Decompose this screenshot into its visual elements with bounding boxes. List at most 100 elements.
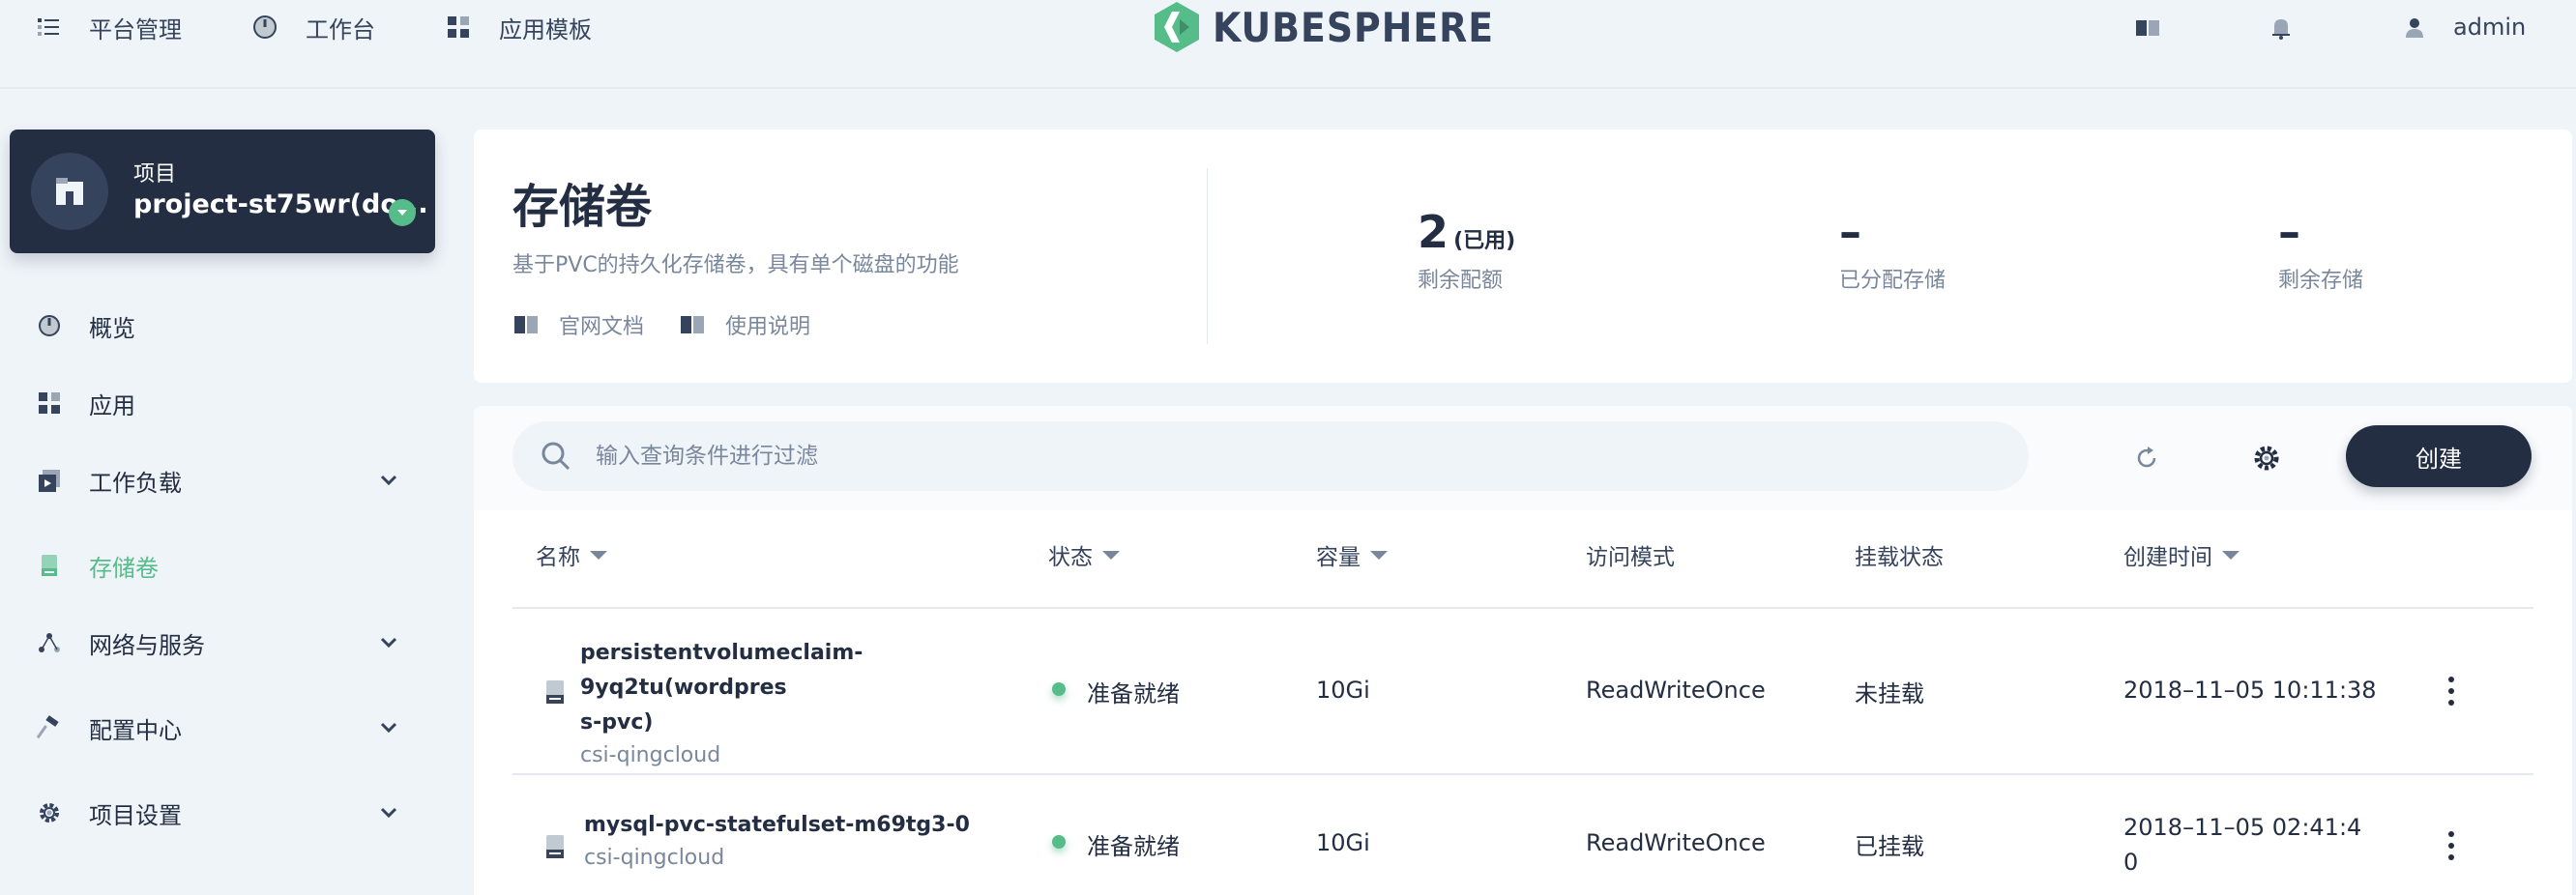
more-actions-icon[interactable] bbox=[2446, 677, 2456, 706]
access-mode-value: ReadWriteOnce bbox=[1586, 829, 1766, 856]
stat-remaining-quota: 2 (已用) 剩余配额 bbox=[1418, 207, 1515, 294]
top-bar: 平台管理 工作台 应用模板 KUBESPHERE admin bbox=[0, 0, 2576, 89]
sidebar-item-volumes[interactable]: 存储卷 bbox=[35, 541, 402, 590]
stat-suffix: (已用) bbox=[1453, 229, 1516, 253]
storage-class: csi-qingcloud bbox=[580, 743, 721, 767]
nav-platform-management[interactable]: 平台管理 bbox=[35, 8, 182, 46]
list-icon bbox=[38, 18, 59, 36]
stat-label: 已分配存储 bbox=[1839, 269, 1947, 293]
settings-icon[interactable] bbox=[2251, 443, 2282, 474]
workload-icon bbox=[39, 470, 60, 492]
column-header-label: 名称 bbox=[536, 545, 580, 570]
status-dot-icon bbox=[1052, 682, 1066, 696]
column-header-label: 状态 bbox=[1048, 545, 1093, 570]
project-avatar bbox=[31, 153, 108, 230]
stat-value: – bbox=[2278, 206, 2300, 258]
chevron-down-icon[interactable] bbox=[375, 467, 402, 494]
status-dot-icon bbox=[1052, 835, 1066, 849]
sidebar-item-label: 项目设置 bbox=[89, 801, 182, 829]
user-name[interactable]: admin bbox=[2453, 8, 2526, 46]
sidebar-item-label: 存储卷 bbox=[89, 554, 159, 582]
volume-name[interactable]: mysql-pvc-statefulset-m69tg3-0 bbox=[584, 808, 1029, 843]
status-text: 准备就绪 bbox=[1087, 680, 1180, 707]
network-icon bbox=[39, 633, 60, 652]
column-header-label: 挂载状态 bbox=[1855, 545, 1944, 570]
table-toolbar: 创建 bbox=[474, 406, 2572, 510]
chevron-down-icon[interactable] bbox=[375, 629, 402, 656]
column-header-capacity[interactable]: 容量 bbox=[1316, 535, 1388, 574]
column-header-status[interactable]: 状态 bbox=[1048, 535, 1120, 574]
kubesphere-logo-icon bbox=[1155, 2, 1199, 52]
sidebar-item-label: 概览 bbox=[89, 314, 135, 342]
sidebar-item-label: 网络与服务 bbox=[89, 631, 205, 659]
refresh-icon[interactable] bbox=[2131, 443, 2162, 474]
column-header-name[interactable]: 名称 bbox=[536, 535, 607, 574]
column-header-label: 访问模式 bbox=[1586, 545, 1675, 570]
volume-name[interactable]: persistentvolumeclaim-9yq2tu(wordpres bbox=[580, 636, 1025, 706]
chevron-down-icon[interactable] bbox=[389, 199, 416, 226]
more-actions-icon[interactable] bbox=[2446, 831, 2456, 860]
mount-status-value: 已挂载 bbox=[1855, 833, 1924, 860]
dashboard-icon bbox=[253, 15, 277, 39]
usage-guide-link[interactable]: 使用说明 bbox=[679, 309, 810, 340]
chevron-down-icon[interactable] bbox=[375, 714, 402, 741]
access-mode-value: ReadWriteOnce bbox=[1586, 677, 1766, 704]
storage-icon bbox=[42, 555, 57, 576]
sidebar-item-config[interactable]: 配置中心 bbox=[35, 704, 402, 752]
volumes-table-card: 创建 名称 状态 容量 访问模式 挂载状态 创建时间 persistentvol… bbox=[474, 406, 2572, 895]
nav-app-templates[interactable]: 应用模板 bbox=[445, 8, 592, 46]
sidebar-item-workloads[interactable]: 工作负载 bbox=[35, 456, 402, 505]
page-title: 存储卷 bbox=[512, 180, 653, 234]
project-name: project-st75wr(do... bbox=[133, 189, 428, 219]
search-icon bbox=[542, 442, 571, 471]
column-header-mount-status: 挂载状态 bbox=[1855, 535, 1944, 574]
project-selector[interactable]: 项目 project-st75wr(do... bbox=[10, 130, 435, 253]
book-icon bbox=[514, 316, 538, 333]
created-time-line: 0 bbox=[2123, 849, 2139, 876]
nav-label: 平台管理 bbox=[89, 15, 182, 43]
column-header-access-mode: 访问模式 bbox=[1586, 535, 1675, 574]
mount-status-value: 未挂载 bbox=[1855, 680, 1924, 707]
create-button[interactable]: 创建 bbox=[2346, 425, 2532, 487]
sidebar-item-network[interactable]: 网络与服务 bbox=[35, 619, 402, 667]
sidebar-item-label: 应用 bbox=[89, 391, 135, 419]
column-header-created[interactable]: 创建时间 bbox=[2123, 535, 2239, 574]
sort-caret-icon bbox=[1102, 550, 1120, 560]
created-time: 2018–11–05 10:11:38 bbox=[2123, 677, 2377, 704]
volume-name-cell[interactable]: persistentvolumeclaim-9yq2tu(wordpres s-… bbox=[580, 636, 1025, 771]
stat-value: 2 bbox=[1418, 206, 1449, 258]
user-icon[interactable] bbox=[2400, 14, 2429, 43]
capacity-value: 10Gi bbox=[1316, 829, 1370, 856]
search-input[interactable] bbox=[596, 444, 1949, 469]
dashboard-icon bbox=[39, 315, 60, 336]
nav-workbench[interactable]: 工作台 bbox=[251, 8, 375, 46]
sidebar-item-apps[interactable]: 应用 bbox=[35, 379, 402, 427]
docs-link[interactable]: 官网文档 bbox=[512, 309, 644, 340]
nav-label: 应用模板 bbox=[499, 15, 592, 43]
book-icon[interactable] bbox=[2133, 14, 2162, 43]
sidebar-item-project-settings[interactable]: 项目设置 bbox=[35, 789, 402, 837]
project-icon bbox=[56, 178, 83, 205]
table-divider bbox=[512, 773, 2533, 775]
capacity-value: 10Gi bbox=[1316, 677, 1370, 704]
book-icon bbox=[681, 316, 704, 333]
created-time: 2018–11–05 02:41:4 0 bbox=[2123, 810, 2361, 880]
sort-caret-icon bbox=[590, 550, 607, 560]
header-divider bbox=[1207, 168, 1208, 344]
search-bar[interactable] bbox=[512, 421, 2029, 491]
status-text: 准备就绪 bbox=[1087, 833, 1180, 860]
kubesphere-logo[interactable]: KUBESPHERE bbox=[1151, 0, 1494, 54]
created-time-line: 2018–11–05 02:41:4 bbox=[2123, 814, 2362, 841]
sort-caret-icon bbox=[2222, 550, 2239, 560]
docs-link-label: 官网文档 bbox=[559, 315, 645, 339]
bell-icon[interactable] bbox=[2267, 14, 2296, 43]
usage-guide-link-label: 使用说明 bbox=[725, 315, 811, 339]
apps-icon bbox=[448, 16, 469, 38]
page-description: 基于PVC的持久化存储卷，具有单个磁盘的功能 bbox=[512, 253, 959, 277]
volume-name-continued[interactable]: s-pvc) bbox=[580, 706, 1025, 740]
sidebar-item-overview[interactable]: 概览 bbox=[35, 302, 402, 350]
column-header-label: 创建时间 bbox=[2123, 545, 2212, 570]
volume-name-cell[interactable]: mysql-pvc-statefulset-m69tg3-0 csi-qingc… bbox=[584, 808, 1029, 874]
disk-icon bbox=[546, 835, 564, 858]
chevron-down-icon[interactable] bbox=[375, 799, 402, 826]
